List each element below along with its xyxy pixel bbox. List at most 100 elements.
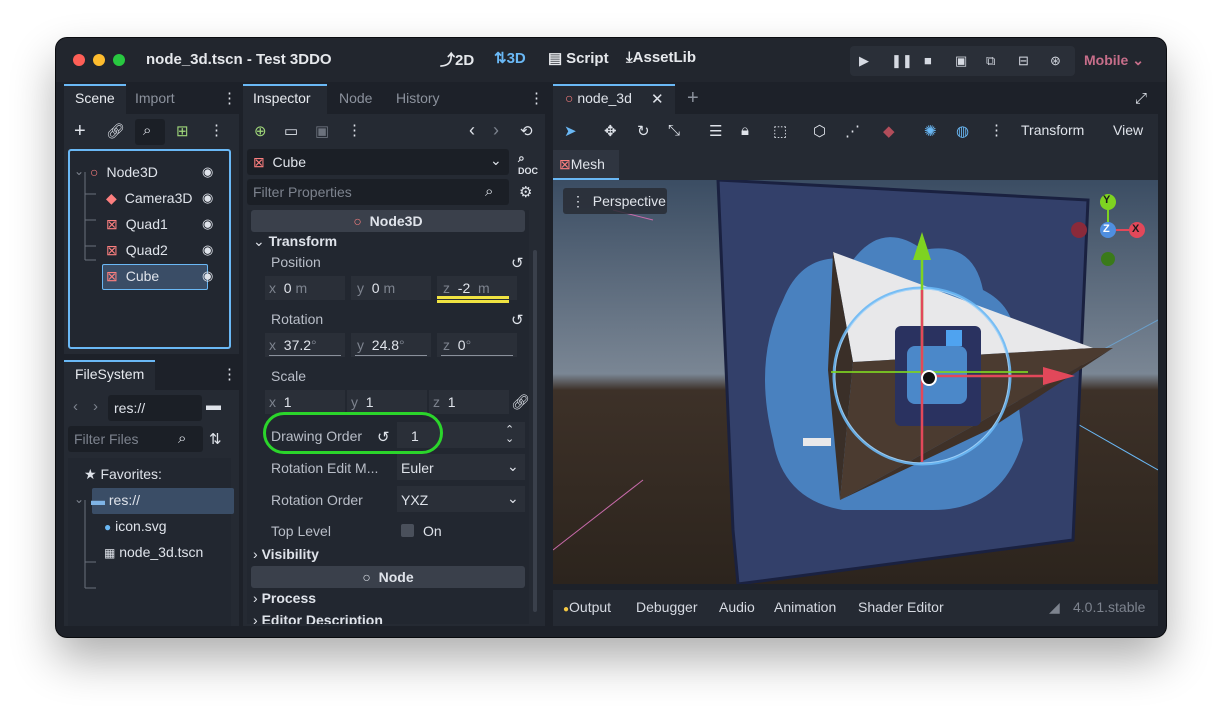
top-level-checkbox[interactable]	[401, 524, 414, 537]
rotation-z-slider[interactable]	[441, 355, 513, 356]
class-header-node3d[interactable]: ○ Node3D	[251, 210, 525, 232]
scene-node-node3d[interactable]: ⌄ ○ Node3D	[74, 164, 158, 180]
open-resource-icon[interactable]: ▭	[284, 122, 298, 140]
workspace-3d[interactable]: ⇅3D	[494, 49, 526, 67]
movie-maker-icon[interactable]: ⊛	[1050, 53, 1061, 69]
tab-debugger[interactable]: Debugger	[636, 599, 698, 615]
maximize-window-button[interactable]	[113, 54, 125, 66]
move-tool-icon[interactable]: ✥	[604, 122, 617, 140]
filesystem-dock-tabs: FileSystem ⋮	[64, 360, 239, 390]
workspace-script[interactable]: ▤ Script	[548, 49, 609, 67]
sun-icon[interactable]: ✺	[924, 122, 937, 140]
object-history-icon[interactable]: ⟲	[520, 122, 533, 140]
play-icon[interactable]: ▶	[859, 53, 869, 69]
scene-menu-icon[interactable]: ⋮	[209, 121, 224, 139]
renderer-select[interactable]: Mobile ⌄	[1084, 52, 1144, 69]
rotation-y-slider[interactable]	[355, 355, 427, 356]
file-item-node-3d[interactable]: ▦ node_3d.tscn	[104, 544, 203, 560]
node-icon: ○	[362, 569, 371, 585]
rotation-x-slider[interactable]	[269, 355, 341, 356]
camera-preview-icon[interactable]: ◆	[883, 122, 895, 140]
forward-icon[interactable]: ›	[93, 398, 98, 415]
sort-icon[interactable]: ⇅	[209, 430, 222, 448]
tab-node[interactable]: Node	[339, 90, 372, 106]
scene-node-cube[interactable]: ⊠ Cube	[106, 268, 159, 285]
scene-node-quad2[interactable]: ⊠ Quad2	[106, 242, 168, 259]
viewport-menu-icon[interactable]: ⋮	[989, 121, 1004, 139]
scene-node-camera3d[interactable]: ◆ Camera3D	[106, 190, 192, 207]
link-icon[interactable]: 🔗︎	[106, 122, 125, 140]
tab-inspector-label: Inspector	[253, 90, 311, 106]
list-select-icon[interactable]: ☰	[709, 122, 722, 140]
spin-arrows-icon[interactable]: ⌃ ⌄	[505, 425, 514, 445]
scale-tool-icon[interactable]: ⤡	[668, 122, 680, 139]
3d-viewport[interactable]: Y Z X ⋮ Perspective	[553, 180, 1158, 584]
update-spinner-icon[interactable]: ◢	[1049, 599, 1060, 616]
visibility-eye-icon[interactable]: ◉	[202, 190, 213, 206]
transform-section[interactable]: ⌄ Transform	[253, 233, 337, 250]
split-mode-icon[interactable]: ▬	[206, 397, 221, 414]
link-scale-icon[interactable]: 🔗︎	[511, 393, 529, 411]
revert-icon[interactable]: ↺	[511, 311, 524, 329]
filter-properties-placeholder: Filter Properties	[253, 184, 352, 200]
instance-scene-icon[interactable]: ⊞	[176, 122, 189, 140]
chevron-down-icon[interactable]: ⌄	[74, 164, 84, 178]
back-icon[interactable]: ‹	[73, 398, 78, 415]
visibility-section[interactable]: › Visibility	[253, 546, 319, 562]
remote-debug-icon[interactable]: ▣	[955, 53, 967, 69]
tab-output[interactable]: ●Output	[563, 599, 611, 615]
tab-history[interactable]: History	[396, 90, 440, 106]
tab-audio[interactable]: Audio	[719, 599, 755, 615]
workspace-2d[interactable]: ⤴2D	[440, 49, 474, 70]
close-icon[interactable]: ✕	[651, 90, 664, 108]
history-forward-icon[interactable]: ›	[493, 120, 499, 141]
group-icon[interactable]: ⬚	[773, 122, 787, 140]
lock-icon[interactable]: 🔒︎	[741, 122, 749, 139]
doc-button[interactable]: ⌕ DOC	[518, 151, 538, 176]
inspector-scrollbar[interactable]	[533, 250, 537, 612]
add-node-icon[interactable]: +	[74, 120, 86, 143]
dock-menu-icon[interactable]: ⋮	[222, 365, 237, 383]
dock-menu-icon[interactable]: ⋮	[222, 89, 237, 107]
file-item-res[interactable]: ▬ res://	[91, 492, 140, 508]
visibility-eye-icon[interactable]: ◉	[202, 242, 213, 258]
visibility-eye-icon[interactable]: ◉	[202, 268, 213, 284]
value: 1	[447, 394, 456, 410]
process-section[interactable]: › Process	[253, 590, 316, 606]
history-back-icon[interactable]: ‹	[469, 120, 475, 141]
add-scene-icon[interactable]: +	[687, 87, 699, 110]
file-item-icon-svg[interactable]: ● icon.svg	[104, 518, 167, 534]
play-scene-icon[interactable]: ⧉	[986, 53, 995, 69]
view-menu[interactable]: View	[1113, 122, 1143, 138]
tab-animation[interactable]: Animation	[774, 599, 836, 615]
snap-icon[interactable]: ⋰	[845, 122, 860, 140]
visibility-eye-icon[interactable]: ◉	[202, 164, 213, 180]
transform-menu[interactable]: Transform	[1021, 122, 1084, 138]
save-resource-icon[interactable]: ▣	[315, 122, 329, 140]
rotate-tool-icon[interactable]: ↻	[637, 122, 650, 140]
minimize-window-button[interactable]	[93, 54, 105, 66]
class-header-node[interactable]: ○ Node	[251, 566, 525, 588]
visibility-eye-icon[interactable]: ◉	[202, 216, 213, 232]
inspector-options-icon[interactable]: ⚙	[519, 183, 532, 201]
close-window-button[interactable]	[73, 54, 85, 66]
new-resource-icon[interactable]: ⊕	[254, 122, 267, 140]
local-space-icon[interactable]: ⬡	[813, 122, 826, 140]
tab-shader-editor[interactable]: Shader Editor	[858, 599, 944, 615]
chevron-down-icon[interactable]: ⌄	[74, 492, 84, 506]
environment-icon[interactable]: ◍	[956, 122, 969, 140]
stop-icon[interactable]: ■	[924, 53, 932, 68]
rotation-y: y 24.8°	[357, 337, 405, 353]
select-tool-icon[interactable]: ➤	[564, 122, 577, 140]
tab-import[interactable]: Import	[135, 90, 175, 106]
revert-icon[interactable]: ↺	[511, 254, 524, 272]
resource-menu-icon[interactable]: ⋮	[347, 121, 362, 139]
dock-menu-icon[interactable]: ⋮	[529, 89, 544, 107]
pause-icon[interactable]: ❚❚	[891, 53, 913, 69]
editor-description-section[interactable]: › Editor Description	[253, 612, 383, 624]
play-custom-icon[interactable]: ⊟	[1018, 53, 1029, 69]
workspace-assetlib[interactable]: ⤓AssetLib	[626, 49, 696, 66]
scene-node-quad1[interactable]: ⊠ Quad1	[106, 216, 168, 233]
distraction-free-icon[interactable]: ⤢	[1135, 90, 1147, 107]
favorites-row[interactable]: ★ Favorites:	[84, 466, 162, 483]
